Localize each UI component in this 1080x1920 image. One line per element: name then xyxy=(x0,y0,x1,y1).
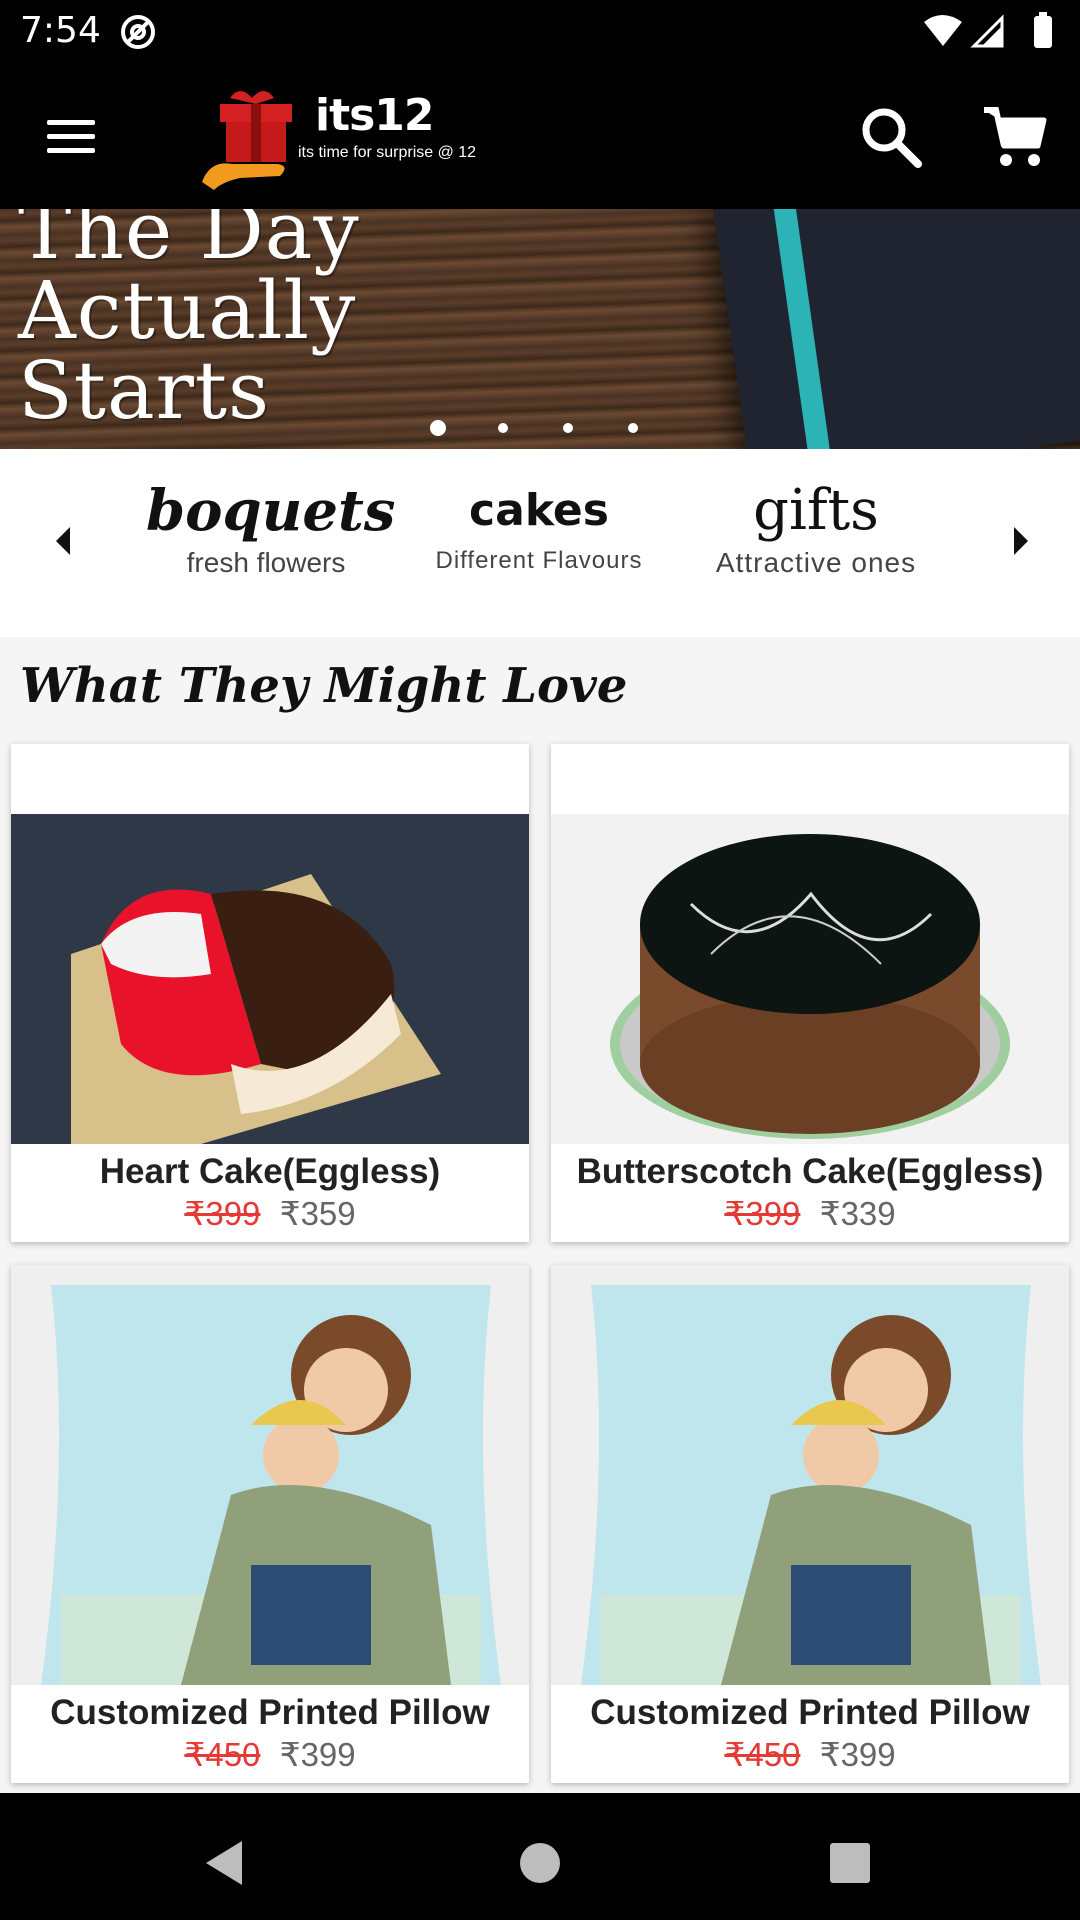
product-name: Butterscotch Cake(Eggless) xyxy=(576,1152,1044,1191)
carousel-dot-2[interactable] xyxy=(498,423,508,433)
category-bouquets[interactable]: boquets fresh flowers xyxy=(146,478,396,609)
product-card[interactable]: Heart Cake(Eggless) ₹399 ₹359 xyxy=(11,744,529,1242)
category-carousel: boquets fresh flowers cakes Different Fl… xyxy=(0,449,1080,637)
product-price: ₹399 ₹359 xyxy=(11,1194,529,1233)
recents-icon[interactable] xyxy=(820,1833,880,1893)
product-name: Customized Printed Pillow xyxy=(590,1693,1030,1732)
category-subtitle: fresh flowers xyxy=(186,547,346,578)
product-price: ₹450 ₹399 xyxy=(551,1735,1069,1774)
category-title: boquets xyxy=(146,478,396,544)
logo-tagline: its time for surprise @ 12 xyxy=(298,144,477,161)
product-name: Heart Cake(Eggless) xyxy=(99,1152,441,1191)
system-nav-bar xyxy=(0,1793,1080,1920)
discounted-price: ₹359 xyxy=(279,1195,356,1232)
wifi-icon xyxy=(924,15,962,46)
original-price: ₹450 xyxy=(184,1736,261,1773)
gift-box-image xyxy=(711,209,1080,449)
status-icons xyxy=(924,12,1052,48)
category-title: cakes xyxy=(469,485,609,536)
hamburger-menu-icon[interactable] xyxy=(42,112,102,162)
logo-title: its12 xyxy=(315,90,435,141)
section-title: What They Might Love xyxy=(20,658,628,714)
chevron-right-icon[interactable] xyxy=(1000,521,1040,561)
app-toolbar: its12 its time for surprise @ 12 xyxy=(0,62,1080,209)
status-time: 7:54 xyxy=(20,10,101,51)
promo-banner-carousel[interactable]: The Day Actually Starts xyxy=(0,209,1080,449)
banner-text: The Day Actually Starts xyxy=(18,209,360,437)
product-name: Customized Printed Pillow xyxy=(50,1693,490,1732)
battery-icon xyxy=(1034,16,1052,48)
back-icon[interactable] xyxy=(196,1833,256,1893)
product-card[interactable]: Customized Printed Pillow ₹450 ₹399 xyxy=(551,1265,1069,1783)
original-price: ₹399 xyxy=(184,1195,261,1232)
original-price: ₹450 xyxy=(724,1736,801,1773)
discounted-price: ₹399 xyxy=(819,1736,896,1773)
carousel-dot-3[interactable] xyxy=(563,423,573,433)
home-icon[interactable] xyxy=(510,1833,570,1893)
product-price: ₹399 ₹339 xyxy=(551,1194,1069,1233)
status-bar: 7:54 xyxy=(0,0,1080,62)
search-icon[interactable] xyxy=(856,102,926,172)
category-subtitle: Different Flavours xyxy=(435,547,643,574)
at-sign-icon xyxy=(121,15,155,49)
carousel-indicator xyxy=(430,417,670,437)
discounted-price: ₹339 xyxy=(819,1195,896,1232)
product-price: ₹450 ₹399 xyxy=(11,1735,529,1774)
original-price: ₹399 xyxy=(724,1195,801,1232)
carousel-dot-4[interactable] xyxy=(628,423,638,433)
gift-hand-icon xyxy=(202,91,292,190)
cart-icon[interactable] xyxy=(980,102,1050,172)
category-subtitle: Attractive ones xyxy=(715,547,917,578)
gift-ribbon xyxy=(771,209,835,449)
discounted-price: ₹399 xyxy=(279,1736,356,1773)
product-image-printed-pillow xyxy=(551,1265,1069,1685)
category-gifts[interactable]: gifts Attractive ones xyxy=(696,479,936,609)
chevron-left-icon[interactable] xyxy=(44,521,84,561)
product-card[interactable]: Customized Printed Pillow ₹450 ₹399 xyxy=(11,1265,529,1783)
category-title: gifts xyxy=(753,478,879,543)
app-logo: its12 its time for surprise @ 12 xyxy=(200,82,476,192)
product-image-butterscotch-cake xyxy=(551,814,1069,1144)
product-image-heart-cake xyxy=(11,814,529,1144)
category-cakes[interactable]: cakes Different Flavours xyxy=(419,479,659,609)
product-image-printed-pillow xyxy=(11,1265,529,1685)
product-card[interactable]: Butterscotch Cake(Eggless) ₹399 ₹339 xyxy=(551,744,1069,1242)
carousel-dot-1[interactable] xyxy=(430,420,446,436)
